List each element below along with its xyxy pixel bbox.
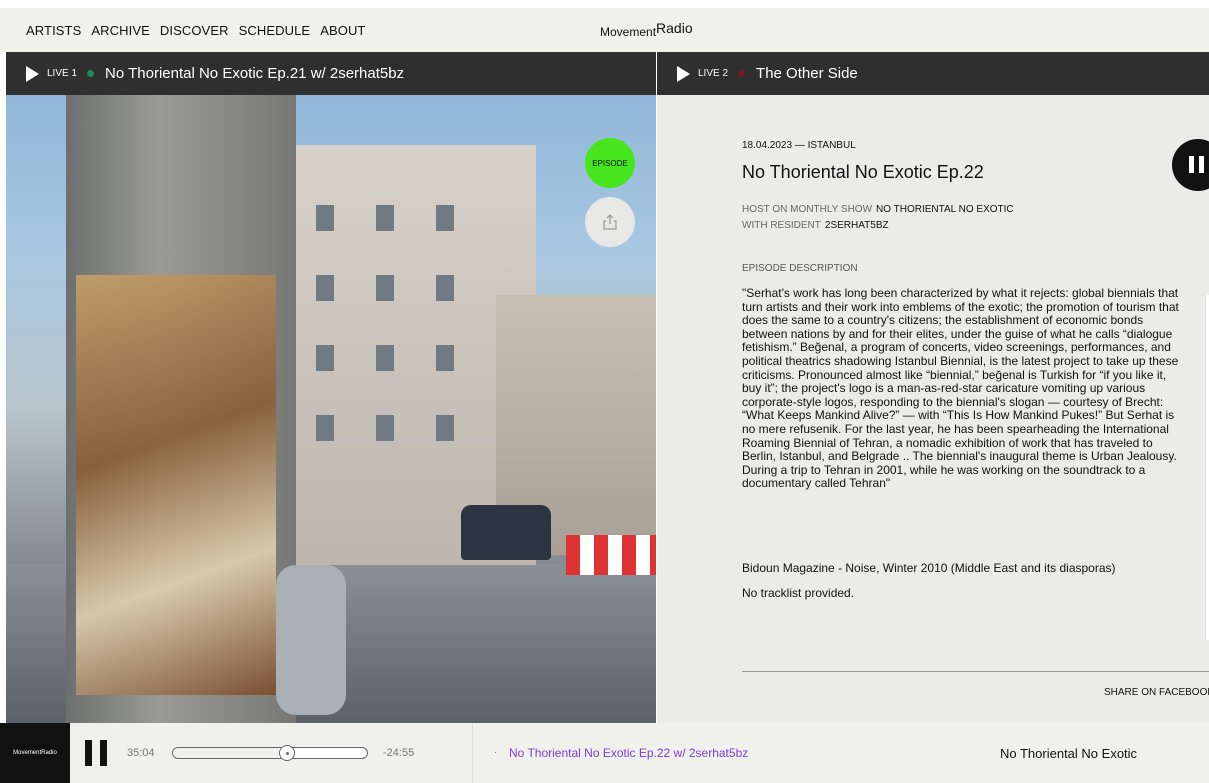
seek-handle[interactable] (279, 745, 295, 761)
scrollbar[interactable] (1205, 295, 1209, 640)
player-pause-button[interactable] (85, 740, 107, 766)
track-bullet: · (494, 747, 498, 758)
share-button[interactable] (585, 197, 635, 247)
seek-progress (173, 748, 279, 758)
episode-date-location: 18.04.2023 — ISTANBUL (742, 140, 856, 151)
description-heading: EPISODE DESCRIPTION (742, 263, 858, 274)
pause-icon-bar (1199, 156, 1204, 173)
player-logo-movement: Movement (13, 750, 42, 756)
host-value[interactable]: NO THORIENTAL NO EXOTIC (876, 204, 1014, 215)
episode-button[interactable]: EPISODE (585, 138, 635, 188)
live-1-label: LIVE 1 (47, 68, 78, 79)
resident-value[interactable]: 2SERHAT5BZ (825, 220, 889, 231)
resident-label: WITH RESIDENT (742, 220, 821, 231)
logo-radio: Radio (656, 20, 693, 36)
photo-barrier (566, 535, 656, 575)
resident-line: WITH RESIDENT 2SERHAT5BZ (742, 220, 889, 231)
tracklist-text: No tracklist provided. (742, 586, 855, 600)
photo-car-2 (276, 565, 346, 715)
episode-pause-button[interactable] (1172, 139, 1209, 191)
player-bar: Movement Radio 35:04 -24:55 · No Thorient… (0, 723, 1209, 783)
player-logo[interactable]: Movement Radio (0, 723, 70, 783)
remaining-time: -24:55 (383, 747, 415, 759)
description-source: Bidoun Magazine - Noise, Winter 2010 (Mi… (742, 561, 1116, 575)
divider (472, 723, 473, 783)
player-logo-radio: Radio (41, 750, 57, 756)
host-line: HOST ON MONTHLY SHOW NO THORIENTAL NO EXO… (742, 204, 1014, 215)
share-icon (603, 214, 617, 230)
now-playing-track[interactable]: No Thoriental No Exotic Ep.22 w/ 2serhat… (509, 746, 748, 760)
seek-slider[interactable] (172, 745, 368, 761)
pause-icon (85, 740, 92, 766)
episode-photo (6, 95, 656, 723)
top-navigation: ARTISTS ARCHIVE DISCOVER SCHEDULE ABOUT … (0, 0, 1209, 52)
episode-description: "Serhat's work has long been characteriz… (742, 286, 1179, 491)
nav-link-schedule[interactable]: SCHEDULE (239, 23, 311, 38)
site-logo[interactable]: MovementRadio (600, 20, 693, 39)
live-2-title: The Other Side (756, 65, 858, 82)
episode-panel: 18.04.2023 — ISTANBUL No Thoriental No E… (657, 95, 1209, 723)
nav-links: ARTISTS ARCHIVE DISCOVER SCHEDULE ABOUT (26, 23, 375, 38)
pause-icon-bar (100, 740, 107, 766)
divider (742, 671, 1209, 672)
now-playing-show: No Thoriental No Exotic (1000, 746, 1138, 761)
nav-link-discover[interactable]: DISCOVER (160, 23, 229, 38)
photo-car (461, 505, 551, 560)
nav-link-about[interactable]: ABOUT (320, 23, 365, 38)
live-status-dot (738, 70, 746, 77)
live-1-bar[interactable]: LIVE 1 No Thoriental No Exotic Ep.21 w/ … (6, 52, 656, 95)
logo-movement: Movement (600, 25, 657, 39)
nav-link-artists[interactable]: ARTISTS (26, 23, 81, 38)
play-icon[interactable] (677, 65, 690, 82)
host-label: HOST ON MONTHLY SHOW (742, 204, 873, 215)
live-2-label: LIVE 2 (698, 68, 729, 79)
photo-poster (76, 275, 276, 695)
pause-icon (1189, 156, 1194, 173)
elapsed-time: 35:04 (127, 747, 155, 759)
live-status-dot (87, 70, 95, 77)
nav-link-archive[interactable]: ARCHIVE (91, 23, 150, 38)
live-1-title: No Thoriental No Exotic Ep.21 w/ 2serhat… (105, 65, 405, 82)
live-2-bar[interactable]: LIVE 2 The Other Side (657, 52, 1209, 95)
share-facebook-link[interactable]: SHARE ON FACEBOOK (1104, 687, 1209, 698)
play-icon[interactable] (26, 65, 39, 82)
episode-title: No Thoriental No Exotic Ep.22 (742, 162, 984, 182)
